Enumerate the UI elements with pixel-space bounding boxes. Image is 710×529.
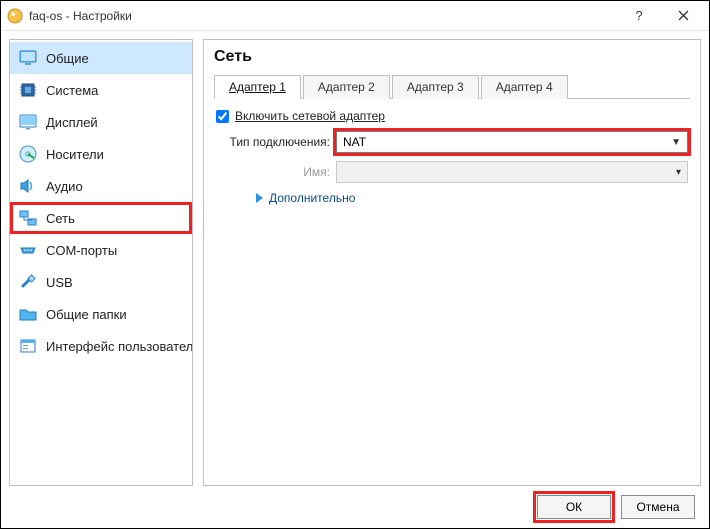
network-icon xyxy=(18,208,38,228)
dialog-footer: ОК Отмена xyxy=(1,486,709,528)
adapter-tabs: Адаптер 1 Адаптер 2 Адаптер 3 Адаптер 4 xyxy=(214,74,690,99)
window-title: faq-os - Настройки xyxy=(29,9,617,23)
screen-icon xyxy=(18,112,38,132)
tab-adapter-1[interactable]: Адаптер 1 xyxy=(214,75,301,99)
cancel-button[interactable]: Отмена xyxy=(621,495,695,519)
tab-adapter-2[interactable]: Адаптер 2 xyxy=(303,75,390,99)
sidebar-item-display[interactable]: Дисплей xyxy=(10,106,192,138)
folder-icon xyxy=(18,304,38,324)
sidebar-item-label: Общие xyxy=(46,51,89,66)
attached-to-select[interactable]: NAT ▼ xyxy=(336,131,688,153)
monitor-icon xyxy=(18,48,38,68)
sidebar-item-usb[interactable]: USB xyxy=(10,266,192,298)
enable-adapter-checkbox[interactable] xyxy=(216,110,229,123)
advanced-label: Дополнительно xyxy=(269,191,355,205)
chevron-down-icon: ▼ xyxy=(671,137,681,148)
sidebar-item-label: Носители xyxy=(46,147,104,162)
settings-sidebar: Общие Система Дисплей Носители Аудио xyxy=(9,39,193,486)
help-button[interactable]: ? xyxy=(617,2,661,30)
attached-to-value: NAT xyxy=(343,135,366,149)
advanced-toggle[interactable]: Дополнительно xyxy=(256,191,688,205)
sidebar-item-label: Аудио xyxy=(46,179,83,194)
sidebar-item-label: Общие папки xyxy=(46,307,127,322)
sidebar-item-serial[interactable]: COM-порты xyxy=(10,234,192,266)
sidebar-item-label: Интерфейс пользователя xyxy=(46,339,193,354)
close-button[interactable] xyxy=(661,2,705,30)
sidebar-item-network[interactable]: Сеть xyxy=(10,202,192,234)
enable-adapter-label[interactable]: Включить сетевой адаптер xyxy=(235,109,385,123)
tab-adapter-4[interactable]: Адаптер 4 xyxy=(481,75,568,99)
usb-icon xyxy=(18,272,38,292)
window-icon xyxy=(18,336,38,356)
app-icon xyxy=(7,8,23,24)
sidebar-item-ui[interactable]: Интерфейс пользователя xyxy=(10,330,192,362)
sidebar-item-shared[interactable]: Общие папки xyxy=(10,298,192,330)
chevron-down-icon: ▾ xyxy=(676,167,681,178)
chip-icon xyxy=(18,80,38,100)
sidebar-item-label: Дисплей xyxy=(46,115,98,130)
sidebar-item-storage[interactable]: Носители xyxy=(10,138,192,170)
sidebar-item-label: Сеть xyxy=(46,211,75,226)
name-select: ▾ xyxy=(336,161,688,183)
title-bar: faq-os - Настройки ? xyxy=(1,1,709,31)
name-label: Имя: xyxy=(216,165,336,179)
speaker-icon xyxy=(18,176,38,196)
serial-icon xyxy=(18,240,38,260)
sidebar-item-label: USB xyxy=(46,275,73,290)
triangle-right-icon xyxy=(256,193,263,203)
page-title: Сеть xyxy=(214,48,690,66)
sidebar-item-system[interactable]: Система xyxy=(10,74,192,106)
disk-icon xyxy=(18,144,38,164)
sidebar-item-audio[interactable]: Аудио xyxy=(10,170,192,202)
attached-to-label: Тип подключения: xyxy=(216,135,336,149)
tab-adapter-3[interactable]: Адаптер 3 xyxy=(392,75,479,99)
sidebar-item-general[interactable]: Общие xyxy=(10,42,192,74)
sidebar-item-label: COM-порты xyxy=(46,243,117,258)
sidebar-item-label: Система xyxy=(46,83,98,98)
main-panel: Сеть Адаптер 1 Адаптер 2 Адаптер 3 Адапт… xyxy=(203,39,701,486)
ok-button[interactable]: ОК xyxy=(537,495,611,519)
